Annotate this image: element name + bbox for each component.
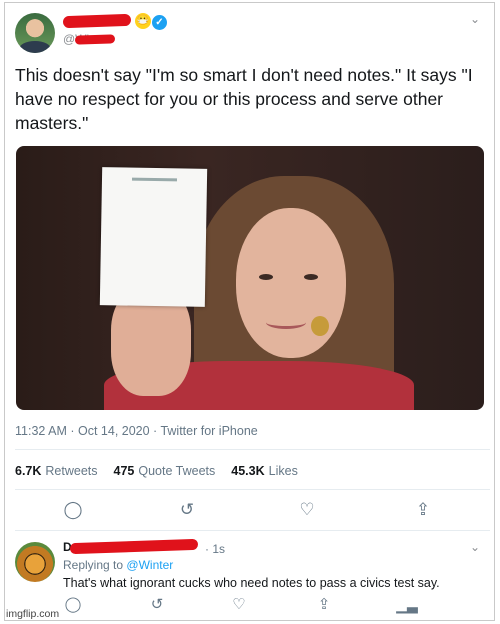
retweet-icon[interactable]: ↺: [176, 499, 198, 521]
reply-reply-icon[interactable]: ◯: [62, 594, 84, 616]
chevron-down-icon[interactable]: ⌄: [470, 12, 480, 26]
reply-chevron-down-icon[interactable]: ⌄: [470, 540, 480, 554]
heart-icon[interactable]: ♡: [296, 499, 318, 521]
reply-avatar[interactable]: [15, 542, 55, 582]
mask-emoji-icon: 😷: [135, 13, 151, 29]
divider: [15, 530, 490, 531]
watermark: imgflip.com: [6, 608, 60, 620]
redacted-handle: [74, 34, 116, 45]
reply-icon[interactable]: ◯: [62, 499, 84, 521]
tweet-photo[interactable]: [16, 146, 484, 410]
share-icon[interactable]: ⇪: [412, 499, 434, 521]
author-avatar[interactable]: [15, 13, 55, 53]
reply-share-icon[interactable]: ⇪: [313, 594, 335, 616]
analytics-icon[interactable]: ▁▃: [396, 594, 418, 616]
reply-text: That's what ignorant cucks who need note…: [63, 576, 440, 590]
reply-time[interactable]: · 1s: [205, 542, 225, 556]
tweet-timestamp[interactable]: 11:32 AM · Oct 14, 2020 · Twitter for iP…: [15, 424, 258, 438]
retweets-stat[interactable]: 6.7K Retweets: [15, 464, 98, 478]
tweet-text: This doesn't say "I'm so smart I don't n…: [15, 65, 473, 133]
likes-stat[interactable]: 45.3K Likes: [231, 464, 298, 478]
redacted-author-name: [62, 13, 132, 29]
replying-to-link[interactable]: @Winter: [126, 558, 173, 572]
reply-retweet-icon[interactable]: ↺: [146, 594, 168, 616]
verified-badge-icon: ✓: [152, 15, 167, 30]
reply-heart-icon[interactable]: ♡: [228, 594, 250, 616]
divider: [15, 449, 490, 450]
quote-tweets-stat[interactable]: 475 Quote Tweets: [114, 464, 216, 478]
replying-to-line: Replying to @Winter: [63, 558, 174, 572]
divider: [15, 489, 490, 490]
tweet-stats: 6.7K Retweets 475 Quote Tweets 45.3K Likes: [15, 464, 298, 478]
